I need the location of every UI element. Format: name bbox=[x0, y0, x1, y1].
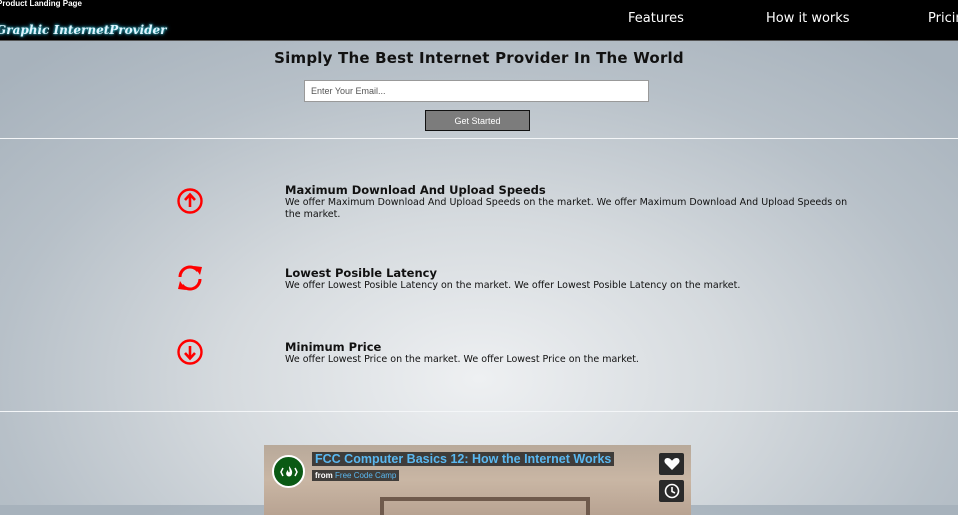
feature-description: We offer Maximum Download And Upload Spe… bbox=[285, 197, 848, 220]
feature-title: Minimum Price bbox=[285, 340, 382, 354]
email-input[interactable] bbox=[304, 80, 649, 102]
nav-link-features[interactable]: Features bbox=[628, 11, 684, 26]
video-source: from Free Code Camp bbox=[312, 470, 400, 481]
hero-title: Simply The Best Internet Provider In The… bbox=[274, 49, 684, 67]
feature-description: We offer Lowest Price on the market. We … bbox=[285, 354, 639, 365]
clock-icon bbox=[664, 483, 679, 499]
channel-link[interactable]: Free Code Camp bbox=[335, 471, 396, 480]
get-started-button[interactable]: Get Started bbox=[425, 110, 530, 131]
feature-title: Maximum Download And Upload Speeds bbox=[285, 183, 546, 197]
section-divider bbox=[0, 411, 958, 412]
heart-icon bbox=[663, 458, 680, 470]
sync-icon bbox=[178, 265, 202, 291]
arrow-up-circle-icon bbox=[177, 188, 203, 214]
arrow-down-circle-icon bbox=[177, 339, 203, 365]
fcc-logo-icon[interactable] bbox=[272, 455, 305, 488]
watch-later-button[interactable] bbox=[659, 480, 684, 502]
like-button[interactable] bbox=[659, 453, 684, 475]
video-title-link[interactable]: FCC Computer Basics 12: How the Internet… bbox=[312, 452, 615, 466]
page-title-text: Product Landing Page bbox=[0, 0, 82, 8]
feature-title: Lowest Posible Latency bbox=[285, 266, 437, 280]
nav-link-how-it-works[interactable]: How it works bbox=[766, 11, 850, 26]
nav-link-pricing[interactable]: Pricing bbox=[928, 11, 958, 26]
section-divider bbox=[0, 138, 958, 139]
flame-icon bbox=[279, 465, 298, 476]
from-label: from bbox=[315, 471, 333, 480]
top-navbar: Product Landing Page Graphic InternetPro… bbox=[0, 0, 958, 41]
feature-description: We offer Lowest Posible Latency on the m… bbox=[285, 280, 741, 291]
site-logo[interactable]: Graphic InternetProvider bbox=[0, 23, 166, 37]
video-thumbnail-frame bbox=[380, 497, 590, 515]
